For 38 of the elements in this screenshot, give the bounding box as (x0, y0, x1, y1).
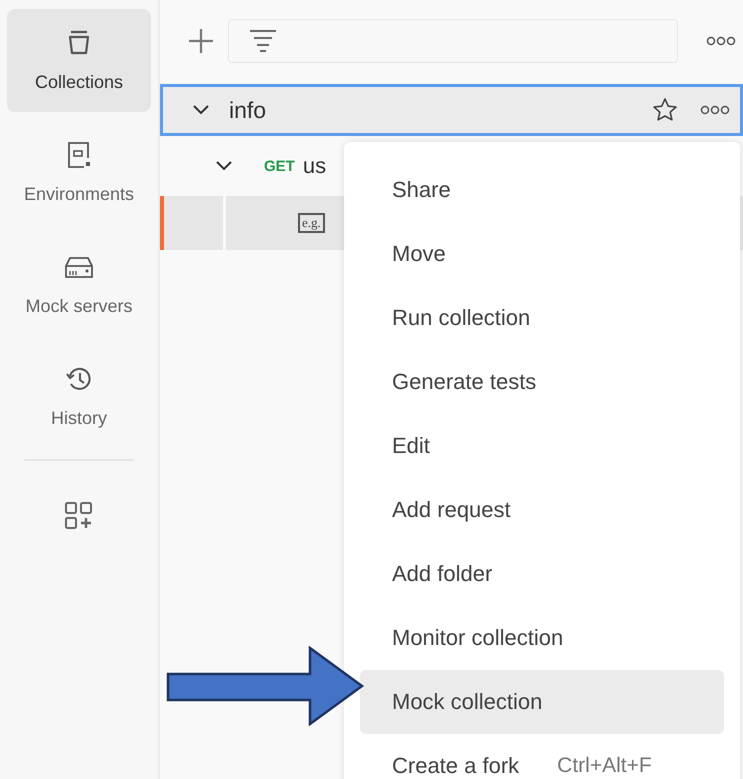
example-badge: e.g. (298, 213, 325, 233)
search-field[interactable] (228, 19, 678, 63)
menu-item-label: Move (392, 241, 446, 267)
filter-icon (249, 29, 277, 53)
chevron-icon[interactable] (216, 161, 232, 171)
menu-item-label: Edit (392, 433, 430, 459)
menu-item[interactable]: Add request (360, 478, 724, 542)
collection-name: info (229, 96, 266, 124)
more-icon[interactable] (700, 105, 730, 115)
sidebar-item[interactable]: Collections (7, 9, 151, 112)
collection-row[interactable]: info (160, 84, 743, 136)
sidebar-item[interactable]: Environments (7, 121, 151, 224)
plus-icon[interactable] (188, 28, 214, 54)
menu-item-label: Share (392, 177, 451, 203)
sidebar-item[interactable]: Mock servers (7, 233, 151, 336)
menu-item[interactable]: Generate tests (360, 350, 724, 414)
menu-item-label: Create a fork (392, 753, 520, 779)
menu-item[interactable]: Create a fork Ctrl+Alt+F (360, 734, 724, 779)
menu-item[interactable]: Mock collection (360, 670, 724, 734)
menu-item-label: Monitor collection (392, 625, 564, 651)
menu-item-label: Run collection (392, 305, 530, 331)
shortcut-label: Ctrl+Alt+F (557, 754, 652, 778)
star-icon[interactable] (652, 97, 678, 123)
http-method: GET (264, 158, 295, 174)
menu-item-label: Mock collection (392, 689, 542, 715)
menu-item[interactable]: Move (360, 222, 724, 286)
menu-item[interactable]: Add folder (360, 542, 724, 606)
request-name[interactable]: us (302, 153, 326, 179)
more-icon[interactable] (706, 36, 736, 46)
menu-item-label: Add request (392, 497, 511, 523)
menu-item[interactable]: Monitor collection (360, 606, 724, 670)
add-widget-icon[interactable] (64, 501, 94, 531)
menu-item-label: Generate tests (392, 369, 536, 395)
menu-item[interactable]: Edit (360, 414, 724, 478)
menu-item[interactable]: Run collection (360, 286, 724, 350)
menu-item[interactable]: Share (360, 158, 724, 222)
menu-item-label: Add folder (392, 561, 492, 587)
sidebar-item[interactable]: History (7, 345, 151, 448)
